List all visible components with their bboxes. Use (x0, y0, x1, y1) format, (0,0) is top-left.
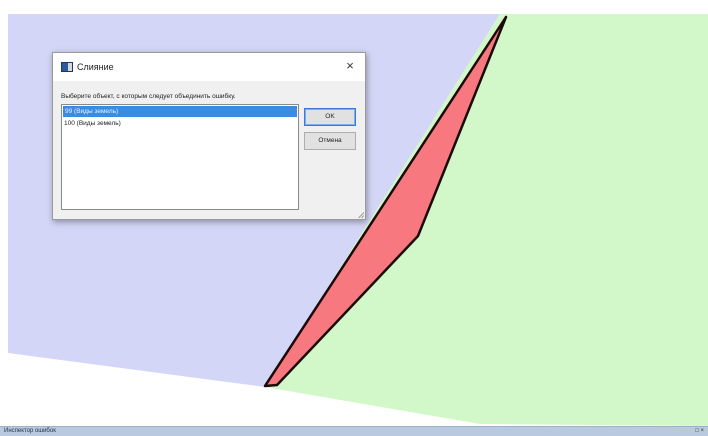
dialog-title: Слияние (77, 62, 114, 72)
cancel-button[interactable]: Отмена (304, 132, 356, 150)
ok-button[interactable]: OK (304, 108, 356, 126)
app-icon (61, 62, 73, 72)
object-listbox[interactable]: 99 (Виды земель) 100 (Виды земель) (61, 104, 299, 210)
dialog-titlebar[interactable]: Слияние × (53, 53, 365, 81)
list-item[interactable]: 100 (Виды земель) (62, 118, 298, 129)
close-icon[interactable]: × (343, 59, 357, 73)
list-item[interactable]: 99 (Виды земель) (63, 106, 297, 117)
dialog-prompt: Выберите объект, с которым следует объед… (61, 93, 236, 100)
merge-dialog: Слияние × Выберите объект, с которым сле… (52, 52, 366, 220)
resize-grip-icon[interactable] (357, 211, 364, 218)
